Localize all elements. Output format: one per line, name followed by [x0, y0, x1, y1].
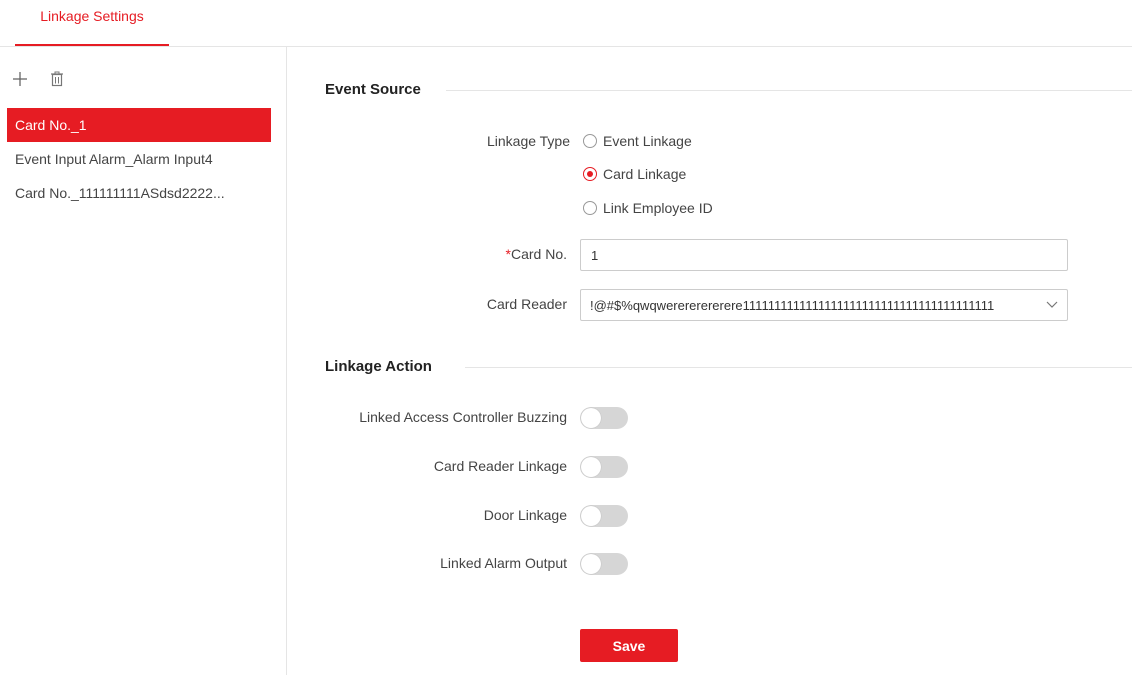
- radio-event-linkage[interactable]: Event Linkage: [583, 131, 692, 151]
- alarm-output-toggle[interactable]: [580, 553, 628, 575]
- toggle-label-card-reader: Card Reader Linkage: [433, 458, 567, 474]
- door-linkage-toggle[interactable]: [580, 505, 628, 527]
- radio-link-employee-id[interactable]: Link Employee ID: [583, 198, 713, 218]
- toggle-label-buzzing: Linked Access Controller Buzzing: [359, 409, 567, 425]
- linkage-type-label: Linkage Type: [486, 133, 570, 149]
- plus-icon[interactable]: [12, 71, 28, 87]
- divider-line: [465, 367, 1132, 368]
- card-no-label-text: Card No.: [510, 246, 567, 262]
- card-reader-linkage-toggle[interactable]: [580, 456, 628, 478]
- list-item[interactable]: Card No._111111111ASdsd2222...: [7, 176, 271, 210]
- toggle-label-alarm-output: Linked Alarm Output: [440, 555, 567, 571]
- radio-label: Event Linkage: [603, 133, 692, 149]
- save-button[interactable]: Save: [580, 629, 678, 662]
- event-source-title: Event Source: [325, 81, 421, 98]
- tab-linkage-settings[interactable]: Linkage Settings: [15, 0, 169, 46]
- radio-button[interactable]: [583, 201, 597, 215]
- sidebar: Card No._1 Event Input Alarm_Alarm Input…: [0, 47, 287, 675]
- chevron-down-icon[interactable]: [1037, 290, 1067, 320]
- sidebar-toolbar: [12, 69, 64, 89]
- linkage-settings-page: Linkage Settings Card No._1 Event Input …: [0, 0, 1132, 675]
- card-no-label: *Card No.: [506, 246, 567, 262]
- divider-line: [446, 90, 1132, 91]
- buzzing-toggle[interactable]: [580, 407, 628, 429]
- section-title-text: Event Source: [325, 81, 421, 98]
- toggle-label-door: Door Linkage: [483, 507, 567, 523]
- radio-card-linkage[interactable]: Card Linkage: [583, 164, 686, 184]
- linkage-action-title: Linkage Action: [325, 358, 432, 375]
- tab-bar: Linkage Settings: [0, 0, 1132, 47]
- card-reader-label: Card Reader: [486, 296, 567, 312]
- card-reader-value: !@#$%qwqwerererererere111111111111111111…: [590, 297, 995, 313]
- card-reader-select[interactable]: !@#$%qwqwerererererere111111111111111111…: [580, 289, 1068, 321]
- card-no-input[interactable]: [580, 239, 1068, 271]
- list-item[interactable]: Card No._1: [7, 108, 271, 142]
- linkage-list: Card No._1 Event Input Alarm_Alarm Input…: [7, 108, 271, 210]
- radio-button-checked[interactable]: [583, 167, 597, 181]
- trash-icon[interactable]: [50, 71, 64, 87]
- radio-button[interactable]: [583, 134, 597, 148]
- list-item[interactable]: Event Input Alarm_Alarm Input4: [7, 142, 271, 176]
- radio-label: Card Linkage: [603, 166, 687, 182]
- radio-label: Link Employee ID: [603, 200, 713, 216]
- section-title-text: Linkage Action: [325, 358, 432, 375]
